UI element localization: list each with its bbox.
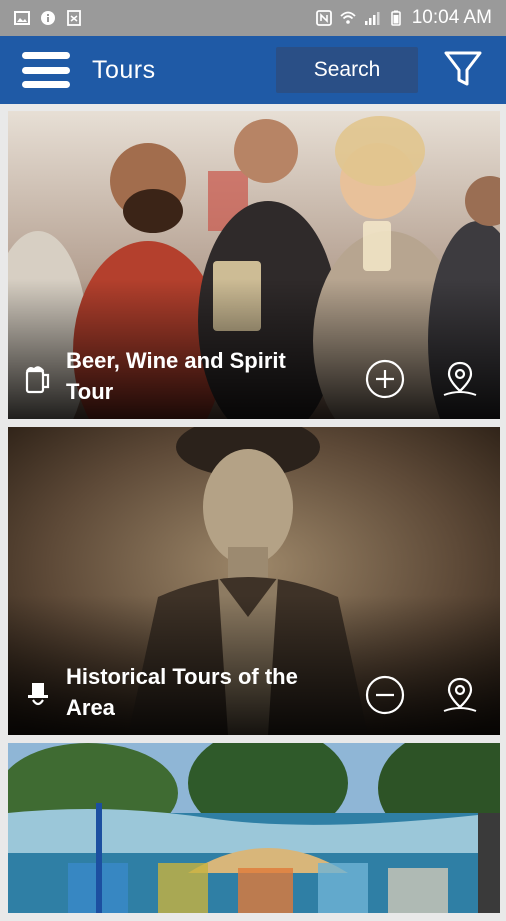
plus-circle-icon[interactable] — [365, 359, 405, 399]
tour-card[interactable]: Historical Tours of the Area — [8, 427, 500, 735]
info-notification-icon — [41, 11, 55, 25]
status-time: 10:04 AM — [411, 7, 492, 28]
signal-icon — [364, 12, 380, 25]
tour-title: Beer, Wine and Spirit Tour — [66, 348, 286, 404]
menu-icon[interactable] — [22, 48, 70, 92]
tour-card[interactable] — [8, 743, 500, 913]
search-button[interactable]: Search — [276, 47, 418, 93]
image-notification-icon — [14, 11, 30, 25]
page-title: Tours — [92, 55, 156, 84]
minus-circle-icon[interactable] — [365, 675, 405, 715]
tour-photo — [8, 743, 500, 913]
map-pin-icon[interactable] — [440, 359, 480, 399]
status-bar: 10:04 AM — [0, 0, 506, 36]
battery-icon — [390, 10, 401, 26]
document-notification-icon — [67, 10, 81, 26]
tour-card[interactable]: Beer, Wine and Spirit Tour — [8, 111, 500, 419]
tour-list: Beer, Wine and Spirit Tour Historical To… — [8, 111, 500, 921]
filter-icon[interactable] — [443, 50, 483, 88]
wifi-icon — [340, 11, 356, 24]
nfc-icon — [315, 10, 332, 26]
beer-mug-icon — [25, 366, 50, 394]
map-pin-icon[interactable] — [440, 675, 480, 715]
app-bar: Tours Search — [0, 36, 506, 104]
tour-title: Historical Tours of the Area — [66, 664, 298, 720]
top-hat-icon — [28, 683, 48, 706]
